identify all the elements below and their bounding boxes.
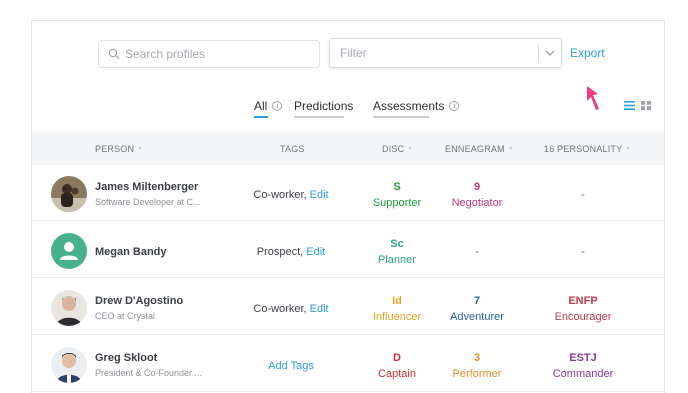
column-person-label: PERSON: [95, 144, 135, 154]
column-16-personality[interactable]: 16 PERSONALITY ^: [544, 144, 630, 154]
sort-caret-icon: ^: [408, 147, 412, 154]
tag-label: Prospect,: [256, 246, 304, 258]
column-personality-label: 16 PERSONALITY: [544, 144, 623, 154]
sort-caret-icon: ^: [626, 147, 630, 154]
info-icon[interactable]: i: [272, 101, 283, 111]
personality-code: ESTJ: [569, 352, 597, 364]
person-subtitle: CEO at Crystal: [95, 311, 156, 321]
search-input[interactable]: [125, 47, 315, 61]
disc-description: Supporter: [372, 197, 422, 209]
grid-view-icon[interactable]: [641, 101, 651, 110]
person-subtitle: President & Co-Founder ...: [95, 368, 203, 378]
person-name[interactable]: Greg Skloot: [95, 352, 157, 364]
edit-tags-link[interactable]: Edit: [306, 246, 325, 258]
personality-empty: -: [581, 189, 585, 201]
disc-code: S: [393, 181, 401, 193]
avatar[interactable]: [51, 347, 87, 383]
enneagram-description: Performer: [452, 368, 502, 380]
disc-cell[interactable]: Id Influencer: [352, 295, 442, 323]
add-tags-link[interactable]: Add Tags: [268, 360, 314, 372]
search-icon: [108, 48, 120, 60]
disc-code: Sc: [390, 238, 404, 250]
view-toggle: [624, 101, 651, 110]
disc-cell[interactable]: D Captain: [352, 352, 442, 380]
filter-placeholder: Filter: [340, 46, 367, 60]
enneagram-description: Adventurer: [450, 311, 504, 323]
avatar[interactable]: [51, 176, 87, 212]
column-enneagram-label: ENNEAGRAM: [445, 144, 505, 154]
tags-cell: Add Tags: [221, 360, 361, 372]
chevron-down-icon[interactable]: [539, 39, 561, 67]
column-tags-label: TAGS: [280, 144, 305, 154]
tab-all-underline: [254, 116, 268, 118]
personality-description: Commander: [552, 368, 614, 380]
enneagram-cell[interactable]: 3 Performer: [432, 352, 522, 380]
person-name[interactable]: James Miltenberger: [95, 181, 198, 193]
disc-description: Influencer: [372, 311, 422, 323]
tab-all[interactable]: All i: [254, 99, 283, 118]
enneagram-empty: -: [475, 246, 479, 258]
tab-predictions-underline: [294, 116, 344, 118]
tab-predictions-label: Predictions: [294, 99, 354, 113]
tag-label: Co-worker,: [253, 303, 307, 315]
tags-cell: Co-worker, Edit: [221, 303, 361, 315]
table-row[interactable]: Megan Bandy Prospect, Edit Sc Planner - …: [32, 222, 664, 278]
table-row[interactable]: James Miltenberger Software Developer at…: [32, 165, 664, 221]
enneagram-code: 9: [473, 181, 481, 193]
enneagram-cell[interactable]: 7 Adventurer: [432, 295, 522, 323]
person-name[interactable]: Megan Bandy: [95, 246, 167, 258]
column-disc[interactable]: DISC ^: [382, 144, 412, 154]
personality-code: ENFP: [568, 295, 598, 307]
person-name[interactable]: Drew D'Agostino: [95, 295, 183, 307]
column-enneagram[interactable]: ENNEAGRAM ^: [445, 144, 512, 154]
list-view-icon[interactable]: [624, 101, 635, 110]
tab-predictions[interactable]: Predictions: [294, 99, 354, 118]
filter-select[interactable]: Filter: [329, 38, 562, 68]
person-subtitle: Software Developer at C...: [95, 197, 201, 207]
user-icon: [60, 242, 78, 260]
profiles-panel: Filter Export All i Predictions Assessme…: [31, 20, 665, 393]
tab-all-label: All: [254, 99, 268, 113]
table-row[interactable]: Greg Skloot President & Co-Founder ... A…: [32, 336, 664, 392]
enneagram-cell[interactable]: 9 Negotiator: [432, 181, 522, 209]
column-tags: TAGS: [280, 144, 305, 154]
enneagram-code: 7: [473, 295, 481, 307]
disc-cell[interactable]: S Supporter: [352, 181, 442, 209]
disc-cell[interactable]: Sc Planner: [352, 238, 442, 266]
personality-empty: -: [581, 246, 585, 258]
column-disc-label: DISC: [382, 144, 405, 154]
tags-cell: Prospect, Edit: [221, 246, 361, 258]
table-header: PERSON ^ TAGS DISC ^ ENNEAGRAM ^ 16 PERSONA…: [32, 132, 664, 165]
avatar-placeholder[interactable]: [51, 233, 87, 269]
tab-assessments-label: Assessments: [373, 99, 445, 113]
edit-tags-link[interactable]: Edit: [310, 189, 329, 201]
enneagram-description: Negotiator: [451, 197, 503, 209]
tab-assessments[interactable]: Assessments i: [373, 99, 460, 118]
tags-cell: Co-worker, Edit: [221, 189, 361, 201]
info-icon[interactable]: i: [449, 101, 460, 111]
personality-cell[interactable]: ESTJ Commander: [538, 352, 628, 380]
personality-description: Encourager: [554, 311, 612, 323]
sort-caret-icon: ^: [508, 147, 513, 154]
personality-cell[interactable]: ENFP Encourager: [538, 295, 628, 323]
column-person[interactable]: PERSON ^: [95, 144, 142, 154]
table-row[interactable]: Drew D'Agostino CEO at Crystal Co-worker…: [32, 279, 664, 335]
disc-description: Captain: [378, 368, 416, 380]
edit-tags-link[interactable]: Edit: [310, 303, 329, 315]
avatar[interactable]: [51, 290, 87, 326]
disc-code: D: [393, 352, 401, 364]
tab-assessments-underline: [373, 116, 429, 118]
export-link[interactable]: Export: [570, 46, 605, 60]
tag-label: Co-worker,: [253, 189, 307, 201]
disc-description: Planner: [378, 254, 416, 266]
search-box[interactable]: [98, 40, 320, 68]
sort-caret-icon: ^: [138, 147, 142, 154]
enneagram-code: 3: [473, 352, 481, 364]
tab-bar: All i Predictions Assessments i: [32, 99, 664, 121]
disc-code: Id: [392, 295, 402, 307]
